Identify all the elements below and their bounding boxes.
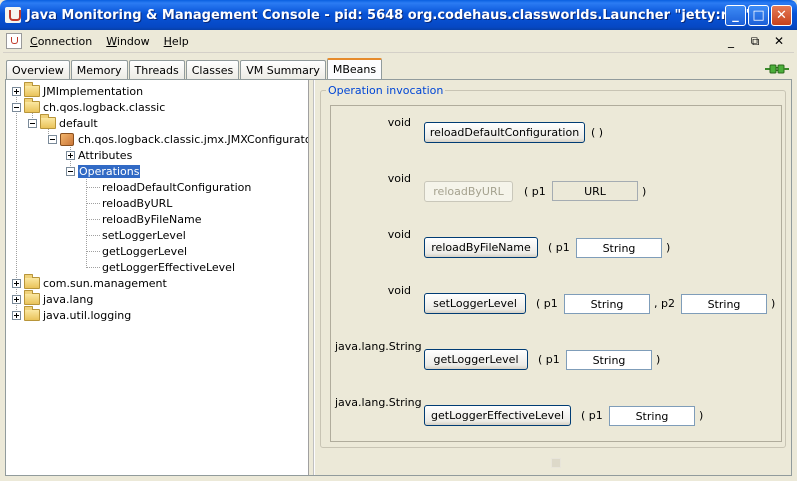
expand-toggle[interactable] <box>12 294 21 304</box>
tab-overview[interactable]: Overview <box>6 60 70 79</box>
param-label: ( p1 <box>536 297 558 310</box>
folder-open-icon <box>40 114 56 129</box>
reload-by-url-button[interactable]: reloadByURL <box>424 181 513 202</box>
return-type: java.lang.String <box>335 340 422 353</box>
tree-node-jmxconfigurator[interactable]: ch.qos.logback.classic.jmx.JMXConfigurat… <box>48 131 308 147</box>
get-logger-effective-level-button[interactable]: getLoggerEffectiveLevel <box>424 405 571 426</box>
param-label: ( p1 <box>548 241 570 254</box>
expand-toggle[interactable] <box>12 86 21 96</box>
maximize-button[interactable]: □ <box>748 5 769 26</box>
tree-op-reload-by-filename[interactable]: reloadByFileName <box>102 211 201 227</box>
return-type: void <box>387 284 411 297</box>
expand-toggle[interactable] <box>12 278 21 288</box>
tree-node-com-sun-management[interactable]: com.sun.management <box>12 274 167 291</box>
tree-op-get-logger-level[interactable]: getLoggerLevel <box>102 243 187 259</box>
get-logger-level-button[interactable]: getLoggerLevel <box>424 349 528 370</box>
return-type: void <box>387 228 411 241</box>
java-app-icon[interactable] <box>5 7 21 23</box>
param-parens: ( ) <box>591 126 604 139</box>
mdi-restore-button[interactable]: ⧉ <box>746 32 764 50</box>
tree-node-java-util-logging[interactable]: java.util.logging <box>12 306 131 323</box>
window-title: Java Monitoring & Management Console - p… <box>26 7 753 23</box>
param-close: ) <box>666 241 671 254</box>
param-label: ( p1 <box>524 185 546 198</box>
mbean-icon <box>60 132 74 146</box>
title-bar: Java Monitoring & Management Console - p… <box>0 0 797 30</box>
param-separator: , p2 <box>654 297 675 310</box>
split-pane-divider[interactable] <box>309 80 314 475</box>
operation-invocation-group: Operation invocation void reloadDefaultC… <box>320 84 786 448</box>
mbeans-panel: JMImplementation ch.qos.logback.classic … <box>5 79 792 476</box>
operation-panel: Operation invocation void reloadDefaultC… <box>315 80 791 475</box>
tree-op-set-logger-level[interactable]: setLoggerLevel <box>102 227 186 243</box>
folder-icon <box>24 274 40 289</box>
tree-node-jmimplementation[interactable]: JMImplementation <box>12 82 143 99</box>
expand-toggle[interactable] <box>66 150 75 160</box>
mdi-close-button[interactable]: ✕ <box>770 32 788 50</box>
param-close: ) <box>699 409 704 422</box>
menu-connection[interactable]: Connection <box>30 35 92 48</box>
collapse-toggle[interactable] <box>66 166 75 176</box>
reload-default-configuration-button[interactable]: reloadDefaultConfiguration <box>424 122 585 143</box>
set-logger-level-p1-field[interactable]: String <box>564 294 650 314</box>
tab-threads[interactable]: Threads <box>128 60 185 79</box>
tree-node-java-lang[interactable]: java.lang <box>12 290 93 307</box>
reload-by-url-p1-field[interactable]: URL <box>552 181 638 201</box>
close-button[interactable]: ✕ <box>771 5 792 26</box>
expand-toggle[interactable] <box>12 310 21 320</box>
param-close: ) <box>771 297 776 310</box>
tab-vm-summary[interactable]: VM Summary <box>240 60 326 79</box>
collapse-toggle[interactable] <box>48 134 57 144</box>
reload-by-filename-button[interactable]: reloadByFileName <box>424 237 538 258</box>
tree-op-get-logger-effective-level[interactable]: getLoggerEffectiveLevel <box>102 259 235 275</box>
tab-strip: Overview Memory Threads Classes VM Summa… <box>6 58 383 79</box>
operation-list: void reloadDefaultConfiguration ( ) void… <box>330 105 782 442</box>
mbean-tree[interactable]: JMImplementation ch.qos.logback.classic … <box>6 80 309 475</box>
menu-window[interactable]: Window <box>106 35 149 48</box>
connection-plug-icon <box>765 64 789 74</box>
minimize-button[interactable]: _ <box>725 5 746 26</box>
tree-op-reload-default[interactable]: reloadDefaultConfiguration <box>102 179 251 195</box>
tab-memory[interactable]: Memory <box>70 60 128 79</box>
set-logger-level-p2-field[interactable]: String <box>681 294 767 314</box>
mdi-minimize-button[interactable]: _ <box>722 32 740 50</box>
param-close: ) <box>656 353 661 366</box>
param-close: ) <box>642 185 647 198</box>
menu-help[interactable]: Help <box>164 35 189 48</box>
collapse-toggle[interactable] <box>28 118 37 128</box>
get-logger-level-p1-field[interactable]: String <box>566 350 652 370</box>
tab-classes[interactable]: Classes <box>185 60 240 79</box>
group-title: Operation invocation <box>326 84 446 97</box>
tab-mbeans[interactable]: MBeans <box>326 58 383 79</box>
folder-open-icon <box>24 98 40 113</box>
return-type: java.lang.String <box>335 396 422 409</box>
folder-icon <box>24 306 40 321</box>
tree-node-attributes[interactable]: Attributes <box>66 147 132 163</box>
tree-node-default[interactable]: default <box>28 114 98 131</box>
param-label: ( p1 <box>538 353 560 366</box>
tree-op-reload-by-url[interactable]: reloadByURL <box>102 195 172 211</box>
menu-bar: Connection Window Help _ ⧉ ✕ <box>3 30 794 53</box>
folder-icon <box>24 290 40 305</box>
set-logger-level-button[interactable]: setLoggerLevel <box>424 293 526 314</box>
param-label: ( p1 <box>581 409 603 422</box>
folder-icon <box>24 82 40 97</box>
java-menu-icon[interactable] <box>6 33 22 49</box>
resize-grip[interactable] <box>551 458 561 468</box>
reload-by-filename-p1-field[interactable]: String <box>576 238 662 258</box>
get-logger-effective-level-p1-field[interactable]: String <box>609 406 695 426</box>
collapse-toggle[interactable] <box>12 102 21 112</box>
return-type: void <box>387 116 411 129</box>
return-type: void <box>387 172 411 185</box>
tree-node-logback[interactable]: ch.qos.logback.classic <box>12 98 165 115</box>
tree-node-operations[interactable]: Operations <box>66 163 141 179</box>
